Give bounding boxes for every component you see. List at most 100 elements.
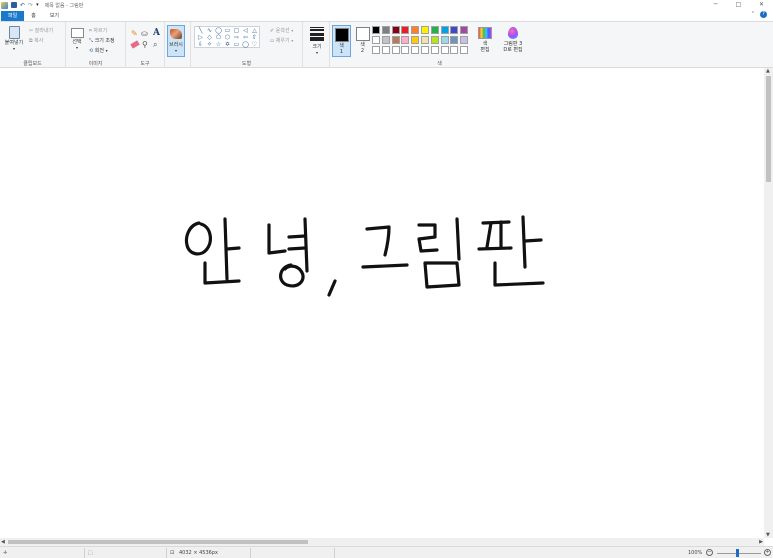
close-button[interactable]: ✕ xyxy=(750,0,773,10)
shapes-group-label: 도형 xyxy=(241,61,252,67)
scroll-down-icon[interactable]: ▼ xyxy=(766,532,770,538)
drawing-canvas[interactable] xyxy=(3,71,763,537)
handwritten-text xyxy=(181,215,553,297)
clipboard-group-label: 클립보드 xyxy=(23,61,42,67)
tools-group-label: 도구 xyxy=(140,61,150,67)
rotate-icon: ⟲ xyxy=(89,48,94,54)
shape-callout-rect-icon[interactable]: ▭ xyxy=(232,41,241,48)
shape-polygon-icon[interactable]: ◁ xyxy=(241,27,250,34)
shape-right-arrow-icon[interactable]: ⇨ xyxy=(232,34,241,41)
copy-button[interactable]: ⧉ 복사 xyxy=(29,37,43,44)
rotate-button[interactable]: ⟲ 회전 ▾ xyxy=(89,47,108,54)
image-size-icon: ⊡ xyxy=(170,550,175,556)
fill-shape-icon: ⛀ xyxy=(270,38,275,44)
color-picker-icon[interactable]: ⚲ xyxy=(142,40,148,49)
shape-diamond-icon[interactable]: ◇ xyxy=(205,34,214,41)
image-size-text: 4032 × 4536px xyxy=(179,550,218,556)
selection-size-icon: ⬚ xyxy=(88,550,93,556)
size-button[interactable]: 크기 ▾ xyxy=(308,27,326,55)
magnifier-icon[interactable]: ⌕ xyxy=(153,40,157,50)
paste-label: 붙여넣기 xyxy=(4,40,24,46)
customize-qat-icon[interactable]: ▾ xyxy=(36,2,39,8)
window-title: 제목 없음 - 그림판 xyxy=(44,2,84,9)
scroll-up-icon[interactable]: ▲ xyxy=(766,68,770,74)
brushes-button[interactable]: 브러시 ▾ xyxy=(167,25,185,57)
tab-file[interactable]: 파일 xyxy=(1,10,25,21)
crop-icon: ⌗ xyxy=(89,28,92,34)
shape-four-point-star-icon[interactable]: ✧ xyxy=(205,41,214,48)
shape-pentagon-icon[interactable]: ⬠ xyxy=(214,34,223,41)
shape-rectangle-icon[interactable]: ▭ xyxy=(223,27,232,34)
outline-icon: ✐ xyxy=(270,28,275,34)
vertical-scroll-thumb[interactable] xyxy=(766,76,771,182)
colors-group-label: 색 xyxy=(437,61,442,67)
ribbon: 붙여넣기 ▾ ✂ 잘라내기 ⧉ 복사 클립보드 선택 ▾ ⌗ 자르기 ⤡ 크기 … xyxy=(0,21,773,68)
tab-home[interactable]: 홈 xyxy=(24,11,43,21)
shape-curve-icon[interactable]: ∿ xyxy=(205,27,214,34)
resize-icon: ⤡ xyxy=(89,38,94,44)
shape-oval-icon[interactable]: ◯ xyxy=(214,27,223,34)
shape-five-point-star-icon[interactable]: ☆ xyxy=(214,41,223,48)
image-group: 선택 ▾ ⌗ 자르기 ⤡ 크기 조정 ⟲ 회전 ▾ 이미지 xyxy=(66,22,126,68)
paste-icon xyxy=(8,26,20,39)
eraser-icon[interactable] xyxy=(130,40,140,49)
shape-down-arrow-icon[interactable]: ⇩ xyxy=(196,41,205,48)
shape-up-arrow-icon[interactable]: ⇧ xyxy=(250,34,259,41)
text-tool-icon[interactable]: A xyxy=(153,28,160,38)
cursor-position-icon: ✛ xyxy=(3,550,8,556)
cut-button[interactable]: ✂ 잘라내기 xyxy=(29,27,53,34)
line-size-icon xyxy=(310,27,324,41)
colors-group: 색 xyxy=(329,22,529,68)
redo-icon[interactable]: ↷ xyxy=(28,2,33,9)
ribbon-tabs: 파일 홈 보기 ⌃ ? xyxy=(0,10,773,21)
vertical-scrollbar[interactable]: ▲ ▼ xyxy=(764,68,773,538)
help-icon[interactable]: ? xyxy=(760,11,767,18)
outline-button[interactable]: ✐ 윤곽선 ▾ xyxy=(270,27,293,34)
shape-six-point-star-icon[interactable]: ✡ xyxy=(223,41,232,48)
title-bar: ↶ ↷ ▾ 제목 없음 - 그림판 ─ □ ✕ xyxy=(0,0,773,10)
shape-callout-oval-icon[interactable]: ◯ xyxy=(241,41,250,48)
fill-shape-button[interactable]: ⛀ 채우기 ▾ xyxy=(270,37,293,44)
zoom-slider-thumb[interactable] xyxy=(736,549,739,557)
zoom-out-button[interactable]: − xyxy=(706,549,713,556)
save-icon[interactable] xyxy=(11,2,17,8)
handwritten-strokes xyxy=(184,215,545,297)
zoom-slider[interactable] xyxy=(717,553,761,554)
copy-icon: ⧉ xyxy=(29,38,33,44)
shape-triangle-icon[interactable]: △ xyxy=(250,27,259,34)
undo-icon[interactable]: ↶ xyxy=(20,2,25,9)
status-bar: ✛ ⬚ ⊡ 4032 × 4536px 100% − + xyxy=(0,546,773,558)
quick-access-toolbar: ↶ ↷ ▾ xyxy=(0,1,39,9)
paste-button[interactable]: 붙여넣기 ▾ xyxy=(4,26,24,51)
shape-line-icon[interactable]: ╲ xyxy=(196,27,205,34)
paint-app-icon xyxy=(1,1,8,9)
zoom-in-button[interactable]: + xyxy=(764,549,771,556)
scissors-icon: ✂ xyxy=(29,28,34,34)
shape-heart-icon[interactable]: ♡ xyxy=(250,41,259,48)
shape-rounded-rectangle-icon[interactable]: ▢ xyxy=(232,27,241,34)
horizontal-scrollbar[interactable]: ◀ ▶ xyxy=(0,538,764,546)
shape-right-triangle-icon[interactable]: ▷ xyxy=(196,34,205,41)
work-area: ▲ ▼ ◀ ▶ xyxy=(0,68,773,546)
shapes-gallery: ╲ ∿ ◯ ▭ ▢ ◁ △ ▷ ◇ ⬠ ⬡ ⇨ ⇦ ⇧ ⇩ ✧ ☆ ✡ ▭ ◯ … xyxy=(194,26,260,48)
tools-group: ✎ ⛀ A ⚲ ⌕ 도구 xyxy=(126,22,165,68)
zoom-level: 100% xyxy=(688,550,703,556)
collapse-ribbon-icon[interactable]: ⌃ xyxy=(751,11,755,18)
fill-icon[interactable]: ⛀ xyxy=(141,29,148,38)
scroll-right-icon[interactable]: ▶ xyxy=(759,539,763,545)
select-button[interactable]: 선택 ▾ xyxy=(69,28,85,50)
scroll-left-icon[interactable]: ◀ xyxy=(1,539,5,545)
resize-button[interactable]: ⤡ 크기 조정 xyxy=(89,37,115,44)
tab-view[interactable]: 보기 xyxy=(43,11,66,21)
maximize-button[interactable]: □ xyxy=(727,0,750,10)
crop-button[interactable]: ⌗ 자르기 xyxy=(89,27,107,34)
shape-left-arrow-icon[interactable]: ⇦ xyxy=(241,34,250,41)
minimize-button[interactable]: ─ xyxy=(704,0,727,10)
clipboard-group: 붙여넣기 ▾ ✂ 잘라내기 ⧉ 복사 클립보드 xyxy=(0,22,66,68)
brush-icon xyxy=(170,29,182,39)
shape-hexagon-icon[interactable]: ⬡ xyxy=(223,34,232,41)
select-icon xyxy=(70,28,84,38)
horizontal-scroll-thumb[interactable] xyxy=(8,540,308,544)
image-group-label: 이미지 xyxy=(88,61,103,67)
pencil-icon[interactable]: ✎ xyxy=(131,29,138,38)
